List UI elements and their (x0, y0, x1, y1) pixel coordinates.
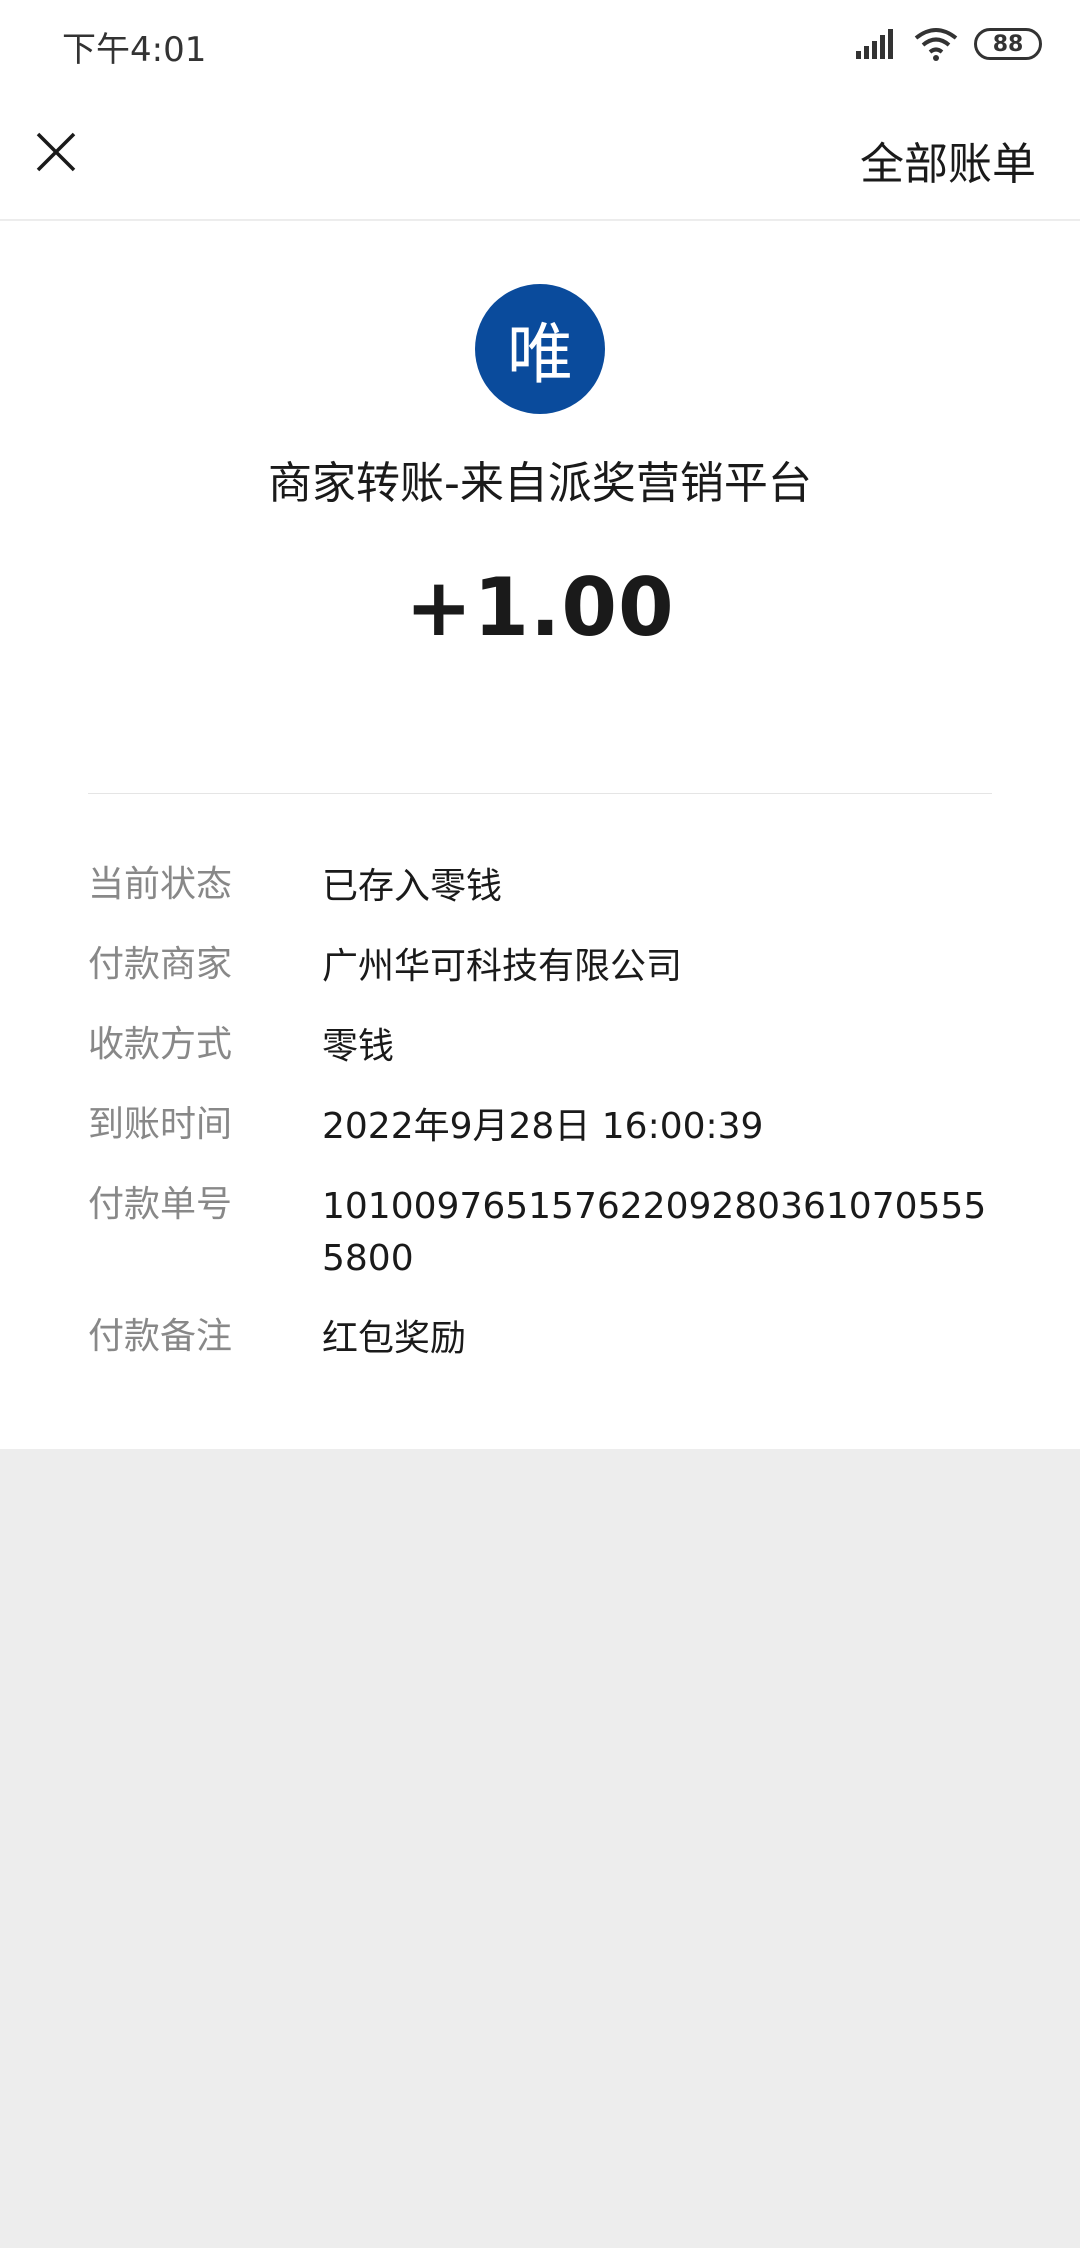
close-icon (36, 132, 76, 172)
detail-value: 广州华可科技有限公司 (322, 946, 683, 987)
payee-title: 商家转账-来自派奖营销平台 (268, 458, 812, 509)
detail-label: 当前状态 (88, 864, 233, 905)
detail-row-order-number: 付款单号 101009765157622092803610705555800 (88, 1181, 992, 1285)
detail-row-time: 到账时间 2022年9月28日 16:00:39 (88, 1101, 992, 1153)
battery-indicator: 88 (974, 28, 1042, 60)
all-bills-button[interactable]: 全部账单 (860, 128, 1036, 192)
detail-row-remark: 付款备注 红包奖励 (88, 1313, 992, 1365)
detail-value: 零钱 (322, 1026, 395, 1067)
detail-label: 付款商家 (88, 944, 233, 985)
detail-label: 收款方式 (88, 1024, 233, 1065)
status-bar: 下午4:01 88 (0, 0, 1080, 92)
merchant-avatar: 唯 (475, 284, 605, 414)
transfer-amount: +1.00 (405, 561, 675, 654)
detail-label: 付款备注 (88, 1316, 233, 1357)
nav-bar: 全部账单 (0, 92, 1080, 220)
details-list: 当前状态 已存入零钱 付款商家 广州华可科技有限公司 收款方式 零钱 到账时间 … (88, 861, 992, 1393)
wifi-icon (914, 28, 958, 61)
detail-value: 2022年9月28日 16:00:39 (322, 1106, 764, 1147)
detail-value: 101009765157622092803610705555800 (322, 1186, 987, 1279)
avatar-char: 唯 (507, 316, 573, 393)
detail-label: 到账时间 (88, 1104, 233, 1145)
detail-row-method: 收款方式 零钱 (88, 1021, 992, 1073)
battery-level: 88 (992, 31, 1024, 57)
detail-row-merchant: 付款商家 广州华可科技有限公司 (88, 941, 992, 993)
status-time: 下午4:01 (62, 30, 207, 70)
detail-value: 已存入零钱 (322, 866, 503, 907)
transaction-card: 唯 商家转账-来自派奖营销平台 +1.00 当前状态 已存入零钱 付款商家 广州… (0, 221, 1080, 1449)
detail-label: 付款单号 (88, 1184, 233, 1225)
close-button[interactable] (26, 122, 86, 182)
divider (88, 793, 992, 794)
detail-value: 红包奖励 (322, 1318, 467, 1359)
detail-row-status: 当前状态 已存入零钱 (88, 861, 992, 913)
signal-icon (856, 29, 893, 59)
status-icons: 88 (854, 24, 1042, 64)
